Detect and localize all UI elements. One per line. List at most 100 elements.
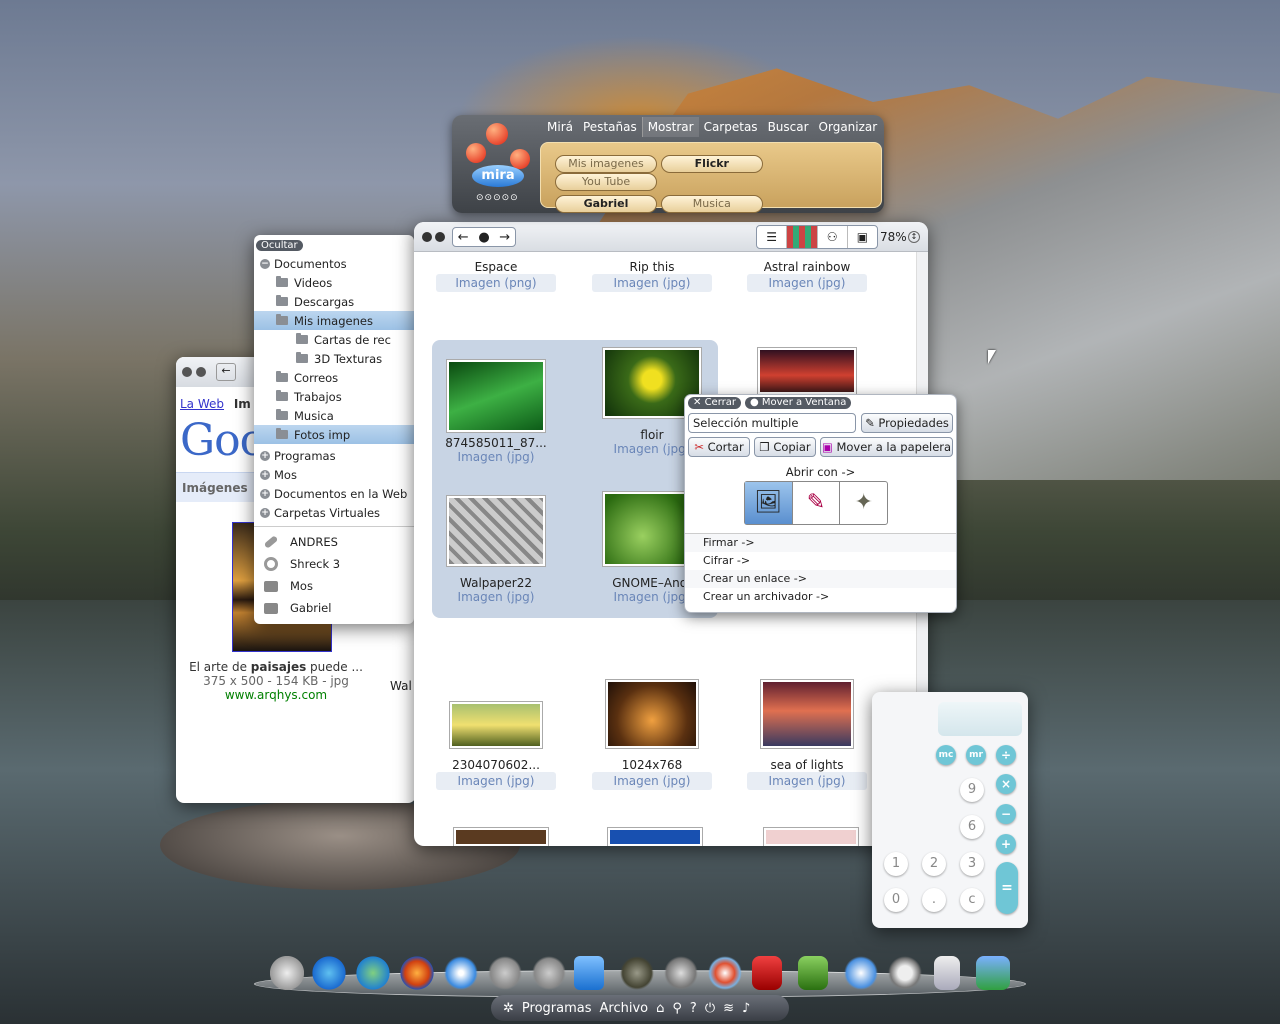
hp-icon[interactable] — [488, 956, 522, 990]
archive-menu[interactable]: Archivo — [600, 1001, 649, 1016]
file-tile[interactable]: Walpaper22 Imagen (jpg) — [436, 496, 556, 604]
file-tile[interactable]: 1024x768 Imagen (jpg) — [592, 680, 712, 790]
skype-icon[interactable] — [312, 956, 346, 990]
inkscape-icon[interactable]: ✎ — [793, 482, 841, 524]
info-icon[interactable] — [422, 232, 432, 242]
firefox-icon[interactable] — [400, 956, 434, 990]
zoom-stepper-icon[interactable]: ↕ — [908, 231, 920, 243]
file-tile[interactable]: sea of lights Imagen (jpg) — [747, 680, 867, 790]
move-to-window-button[interactable]: ● Mover a Ventana — [744, 397, 852, 409]
calculator-window[interactable]: mc mr ÷ 9 × 6 − + 1 2 3 = 0 . c — [872, 692, 1028, 928]
dreamweaver-icon[interactable] — [798, 956, 828, 990]
tab-gabriel[interactable]: Gabriel — [555, 195, 657, 213]
key-3[interactable]: 3 — [960, 852, 984, 876]
key-multiply[interactable]: × — [996, 774, 1016, 794]
device-andres[interactable]: ANDRES — [254, 531, 414, 553]
file-tile[interactable]: Espace Imagen (png) — [436, 256, 556, 292]
copy-button[interactable]: ❐ Copiar — [754, 437, 816, 457]
sidebar-item-videos[interactable]: Videos — [254, 273, 414, 292]
programs-menu[interactable]: Programas — [522, 1001, 592, 1016]
wolf-app-icon[interactable] — [664, 956, 698, 990]
file-thumbnail[interactable] — [454, 828, 548, 846]
icon-view-icon[interactable] — [787, 226, 818, 248]
key-0[interactable]: 0 — [884, 888, 908, 912]
close-icon[interactable] — [435, 232, 445, 242]
selection-field[interactable]: Selección multiple — [688, 413, 856, 433]
quicktime-icon[interactable] — [888, 956, 922, 990]
menu-pestanas[interactable]: Pestañas — [578, 117, 642, 137]
search-icon[interactable]: ⚲ — [672, 1001, 682, 1016]
encrypt-action[interactable]: Cifrar -> — [685, 552, 956, 570]
key-9[interactable]: 9 — [960, 778, 984, 802]
volume-icon[interactable]: ♪ — [742, 1001, 750, 1016]
menu-buscar[interactable]: Buscar — [763, 117, 814, 137]
close-icon[interactable] — [182, 367, 192, 377]
tab-images[interactable]: Im — [234, 397, 251, 411]
gimp-icon[interactable] — [620, 956, 654, 990]
key-equals[interactable]: = — [996, 862, 1018, 914]
sidebar-item-musica[interactable]: Musica — [254, 406, 414, 425]
file-tile[interactable]: 2304070602... Imagen (jpg) — [436, 702, 556, 790]
file-tile[interactable]: Astral rainbow Imagen (jpg) — [747, 256, 867, 292]
create-link-action[interactable]: Crear un enlace -> — [685, 570, 956, 588]
power-icon[interactable]: ⏻ — [705, 1001, 715, 1016]
sign-action[interactable]: Firmar -> — [685, 534, 956, 552]
menu-carpetas[interactable]: Carpetas — [699, 117, 763, 137]
mira-logo[interactable]: mira ⊙⊙⊙⊙⊙ — [460, 121, 536, 207]
sidebar-item-fotos-imp[interactable]: Fotos imp — [254, 425, 414, 444]
sidebar-item-cartas[interactable]: Cartas de rec — [254, 330, 414, 349]
key-6[interactable]: 6 — [960, 815, 984, 839]
w-app-icon[interactable] — [574, 956, 604, 990]
minimize-icon[interactable] — [196, 367, 206, 377]
flash-icon[interactable] — [752, 956, 782, 990]
sidebar-item-mis-imagenes[interactable]: Mis imagenes — [254, 311, 414, 330]
image-viewer-icon[interactable]: 🖼 — [745, 482, 793, 524]
programs-icon[interactable]: ✲ — [503, 1001, 514, 1016]
menu-mira[interactable]: Mirá — [542, 117, 578, 137]
file-tile[interactable] — [747, 348, 867, 394]
key-2[interactable]: 2 — [922, 852, 946, 876]
device-mos[interactable]: Mos — [254, 575, 414, 597]
tab-flickr[interactable]: Flickr — [660, 155, 763, 173]
device-shreck[interactable]: Shreck 3 — [254, 553, 414, 575]
gimp-icon[interactable]: ✦ — [840, 482, 887, 524]
tree-view-icon[interactable]: ⚇ — [818, 226, 848, 248]
back-icon[interactable]: ← — [458, 230, 469, 245]
sidebar-group-programas[interactable]: + Programas — [254, 446, 414, 465]
key-clear[interactable]: c — [960, 888, 984, 912]
cut-button[interactable]: ✂ Cortar — [688, 437, 750, 457]
properties-button[interactable]: ✎ Propiedades — [861, 413, 953, 433]
key-divide[interactable]: ÷ — [996, 745, 1016, 765]
close-button[interactable]: ✕ Cerrar — [688, 397, 741, 409]
file-thumbnail[interactable] — [764, 828, 858, 846]
sidebar-group-carpetas-virtuales[interactable]: + Carpetas Virtuales — [254, 503, 414, 522]
help-icon[interactable]: ? — [690, 1001, 697, 1016]
tab-web[interactable]: La Web — [180, 397, 224, 411]
key-decimal[interactable]: . — [922, 888, 946, 912]
result-caption[interactable]: El arte de paisajes puede ... — [176, 660, 376, 674]
sidebar-group-mos[interactable]: + Mos — [254, 465, 414, 484]
menu-organizar[interactable]: Organizar — [814, 117, 883, 137]
sidebar-item-trabajos[interactable]: Trabajos — [254, 387, 414, 406]
key-mc[interactable]: mc — [936, 745, 956, 765]
menu-mostrar[interactable]: Mostrar — [641, 117, 699, 137]
calculator-dock-icon[interactable] — [934, 956, 960, 990]
back-icon[interactable]: ← — [216, 363, 236, 381]
sidebar-item-correos[interactable]: Correos — [254, 368, 414, 387]
rabbit-app-icon[interactable] — [270, 956, 304, 990]
logo-controls[interactable]: ⊙⊙⊙⊙⊙ — [476, 193, 519, 203]
preview-view-icon[interactable]: ▣ — [848, 226, 877, 248]
file-tile[interactable]: Rip this Imagen (jpg) — [592, 256, 712, 292]
sidebar-group-documentos-web[interactable]: + Documentos en la Web — [254, 484, 414, 503]
trash-button[interactable]: ▣ Mover a la papelera — [820, 437, 953, 457]
create-archive-action[interactable]: Crear un archivador -> — [685, 588, 956, 606]
hide-button[interactable]: Ocultar — [256, 240, 303, 251]
key-1[interactable]: 1 — [884, 852, 908, 876]
tab-youtube[interactable]: You Tube — [555, 173, 657, 191]
sidebar-item-documentos[interactable]: − Documentos — [254, 254, 414, 273]
messenger-icon[interactable] — [356, 956, 390, 990]
key-mr[interactable]: mr — [966, 745, 986, 765]
mira-dock-icon[interactable] — [708, 956, 742, 990]
forward-icon[interactable]: → — [499, 230, 510, 245]
wifi-icon[interactable]: ≋ — [723, 1001, 734, 1016]
